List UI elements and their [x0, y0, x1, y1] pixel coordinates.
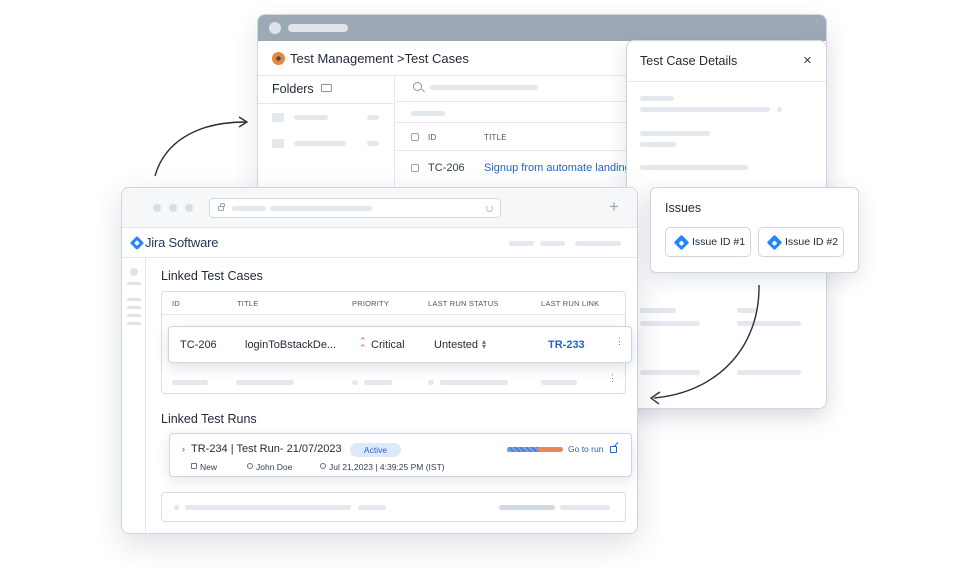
connector-arrows: [154, 116, 760, 405]
arrow-to-jira: [653, 284, 760, 399]
arrow-to-test-management: [154, 121, 246, 177]
